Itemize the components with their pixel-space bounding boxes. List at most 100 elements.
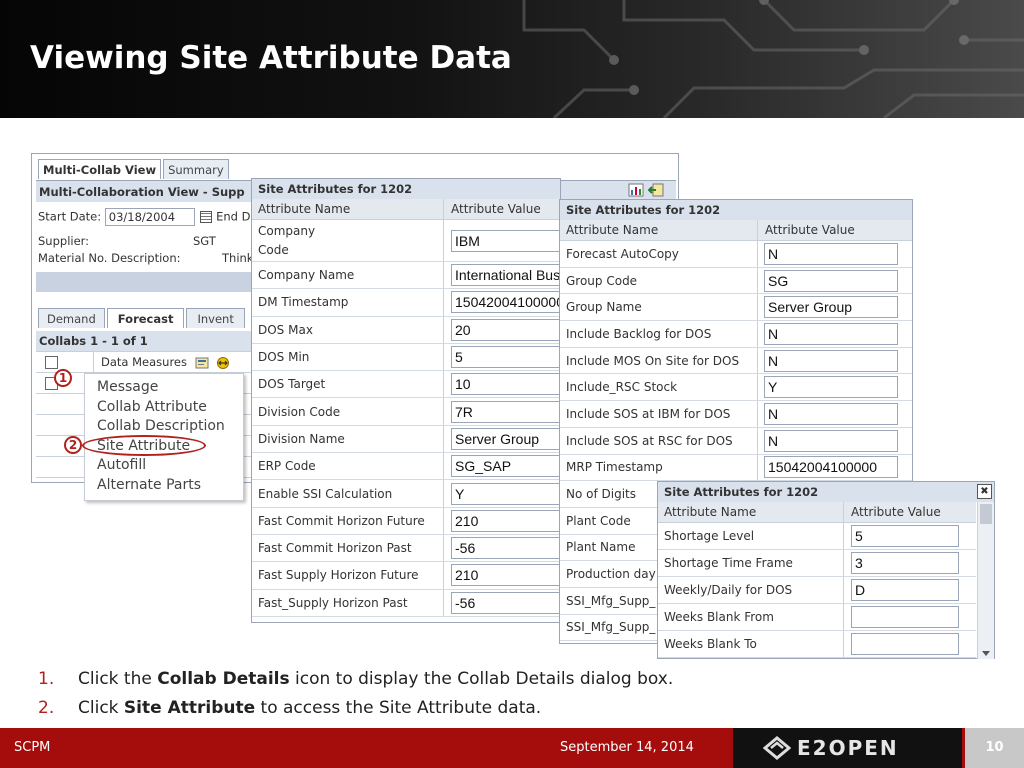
tab-forecast[interactable]: Forecast — [106, 308, 185, 328]
menu-item-collab-description[interactable]: Collab Description — [85, 417, 243, 437]
attribute-row: DM Timestamp 15042004100000 — [252, 289, 561, 317]
instruction-1: 1. Click the Collab Details icon to displ… — [38, 669, 673, 689]
attribute-value-field[interactable]: 5 — [851, 525, 959, 547]
supplier-value: SGT — [193, 234, 216, 248]
callout-2: 2 — [64, 436, 82, 454]
column-divider — [843, 523, 844, 549]
attribute-value-field[interactable]: 210 — [451, 564, 561, 587]
attribute-row: Weeks Blank From — [658, 604, 976, 631]
attribute-value-field[interactable]: Y — [451, 482, 561, 505]
attribute-name: Plant Name — [566, 540, 636, 555]
panel-header-row: Attribute Name Attribute Value — [252, 199, 560, 220]
data-measures-label: Data Measures — [101, 355, 187, 369]
vertical-scrollbar[interactable] — [977, 502, 994, 659]
select-all-checkbox[interactable] — [45, 356, 58, 369]
calendar-icon[interactable] — [200, 211, 213, 223]
attribute-value-field[interactable]: 5 — [451, 346, 561, 369]
attribute-row: Include_RSC Stock Y — [560, 374, 912, 402]
attribute-value-field[interactable]: N — [764, 349, 898, 372]
attribute-row: Group Name Server Group — [560, 294, 912, 322]
attribute-value-field[interactable]: 3 — [851, 552, 959, 574]
instruction-text: Click the — [78, 669, 158, 689]
attribute-value-field[interactable]: Y — [764, 376, 898, 399]
attribute-value-field[interactable]: SG — [764, 269, 898, 292]
tab-multi-collab-view[interactable]: Multi-Collab View — [38, 159, 162, 179]
panel-title: Site Attributes for 1202 — [560, 200, 912, 220]
attribute-name: MRP Timestamp — [566, 460, 663, 475]
menu-item-message[interactable]: Message — [85, 378, 243, 398]
expand-icon[interactable] — [216, 356, 230, 369]
attribute-value-field[interactable]: International Bus — [451, 264, 561, 287]
supplier-label: Supplier: — [38, 234, 90, 248]
date-row: Start Date: 03/18/2004 End Da — [38, 208, 258, 226]
attribute-name: Weeks Blank From — [664, 610, 774, 624]
attribute-name: Plant Code — [566, 513, 631, 528]
panel-title: Site Attributes for 1202 ✖ — [658, 482, 994, 502]
attribute-value-field[interactable]: IBM — [451, 229, 561, 252]
column-divider — [757, 220, 758, 240]
attribute-value-field[interactable]: 15042004100000 — [451, 291, 561, 314]
attribute-value-field[interactable]: N — [764, 322, 898, 345]
column-divider — [443, 398, 444, 425]
attribute-name: Production day — [566, 567, 656, 582]
top-tabs: Multi-Collab View Summary — [38, 159, 229, 181]
instruction-text: icon to display the Collab Details dialo… — [289, 669, 674, 689]
attribute-value-field[interactable]: 20 — [451, 318, 561, 341]
attribute-value-field[interactable]: D — [851, 579, 959, 601]
circuit-decoration — [522, 0, 1024, 118]
attribute-name: Fast Commit Horizon Future — [258, 513, 425, 528]
attribute-name: Division Name — [258, 431, 345, 446]
attribute-value-field[interactable] — [851, 633, 959, 655]
attribute-row: DOS Min 5 — [252, 343, 561, 372]
attribute-value-field[interactable]: Server Group — [451, 427, 561, 450]
callout-1: 1 — [54, 369, 72, 387]
tab-demand[interactable]: Demand — [38, 308, 105, 328]
attribute-name: Include MOS On Site for DOS — [566, 353, 740, 368]
start-date-input[interactable]: 03/18/2004 — [104, 208, 195, 226]
attribute-name: SSI_Mfg_Supp_ — [566, 593, 656, 608]
attribute-value-field[interactable]: N — [764, 429, 898, 452]
attribute-value-field[interactable]: 210 — [451, 509, 561, 532]
attribute-value-field[interactable]: 15042004100000 — [764, 456, 898, 479]
attribute-name: Fast_Supply Horizon Past — [258, 595, 408, 610]
attribute-name: Shortage Level — [664, 529, 755, 543]
chart-icon[interactable] — [628, 183, 644, 197]
panel-title: Site Attributes for 1202 — [252, 179, 560, 199]
menu-item-collab-attribute[interactable]: Collab Attribute — [85, 398, 243, 418]
scroll-down-icon[interactable] — [982, 651, 990, 656]
attribute-row: Enable SSI Calculation Y — [252, 480, 561, 508]
export-icon[interactable] — [648, 183, 664, 197]
attribute-value-field[interactable]: -56 — [451, 591, 561, 614]
attribute-row: Division Code 7R — [252, 398, 561, 426]
attribute-value-field[interactable]: N — [764, 242, 898, 265]
attribute-value-field[interactable]: 7R — [451, 400, 561, 423]
attribute-row: DOS Max 20 — [252, 316, 561, 344]
tab-summary[interactable]: Summary — [163, 159, 229, 179]
site-attributes-panel-1: Site Attributes for 1202 Attribute Name … — [251, 178, 561, 623]
attribute-row: Include SOS at RSC for DOS N — [560, 427, 912, 455]
tab-inventory[interactable]: Invent — [186, 308, 245, 328]
attribute-value-field[interactable]: 10 — [451, 373, 561, 396]
attribute-name-header: Attribute Name — [566, 223, 659, 237]
attribute-value-header: Attribute Value — [765, 223, 855, 237]
column-divider — [93, 352, 94, 372]
menu-item-alternate-parts[interactable]: Alternate Parts — [85, 476, 243, 496]
menu-item-autofill[interactable]: Autofill — [85, 456, 243, 476]
attribute-value-field[interactable]: N — [764, 402, 898, 425]
attribute-value-field[interactable]: SG_SAP — [451, 455, 561, 478]
attribute-value-field[interactable]: -56 — [451, 537, 561, 560]
column-divider — [757, 427, 758, 454]
panel-title-text: Site Attributes for 1202 — [664, 485, 819, 499]
sub-tabs: Demand Forecast Invent — [38, 308, 245, 328]
attribute-row: Include SOS at IBM for DOS N — [560, 401, 912, 428]
close-icon[interactable]: ✖ — [977, 484, 992, 499]
column-divider — [757, 374, 758, 401]
attribute-value-field[interactable]: Server Group — [764, 296, 898, 319]
footer-label: SCPM — [14, 740, 51, 755]
collab-details-icon[interactable] — [195, 357, 209, 369]
attribute-value-field[interactable] — [851, 606, 959, 628]
column-divider — [443, 343, 444, 371]
scrollbar-thumb[interactable] — [980, 504, 992, 524]
attribute-name: Include SOS at IBM for DOS — [566, 406, 731, 421]
attribute-row: Forecast AutoCopy N — [560, 241, 912, 268]
